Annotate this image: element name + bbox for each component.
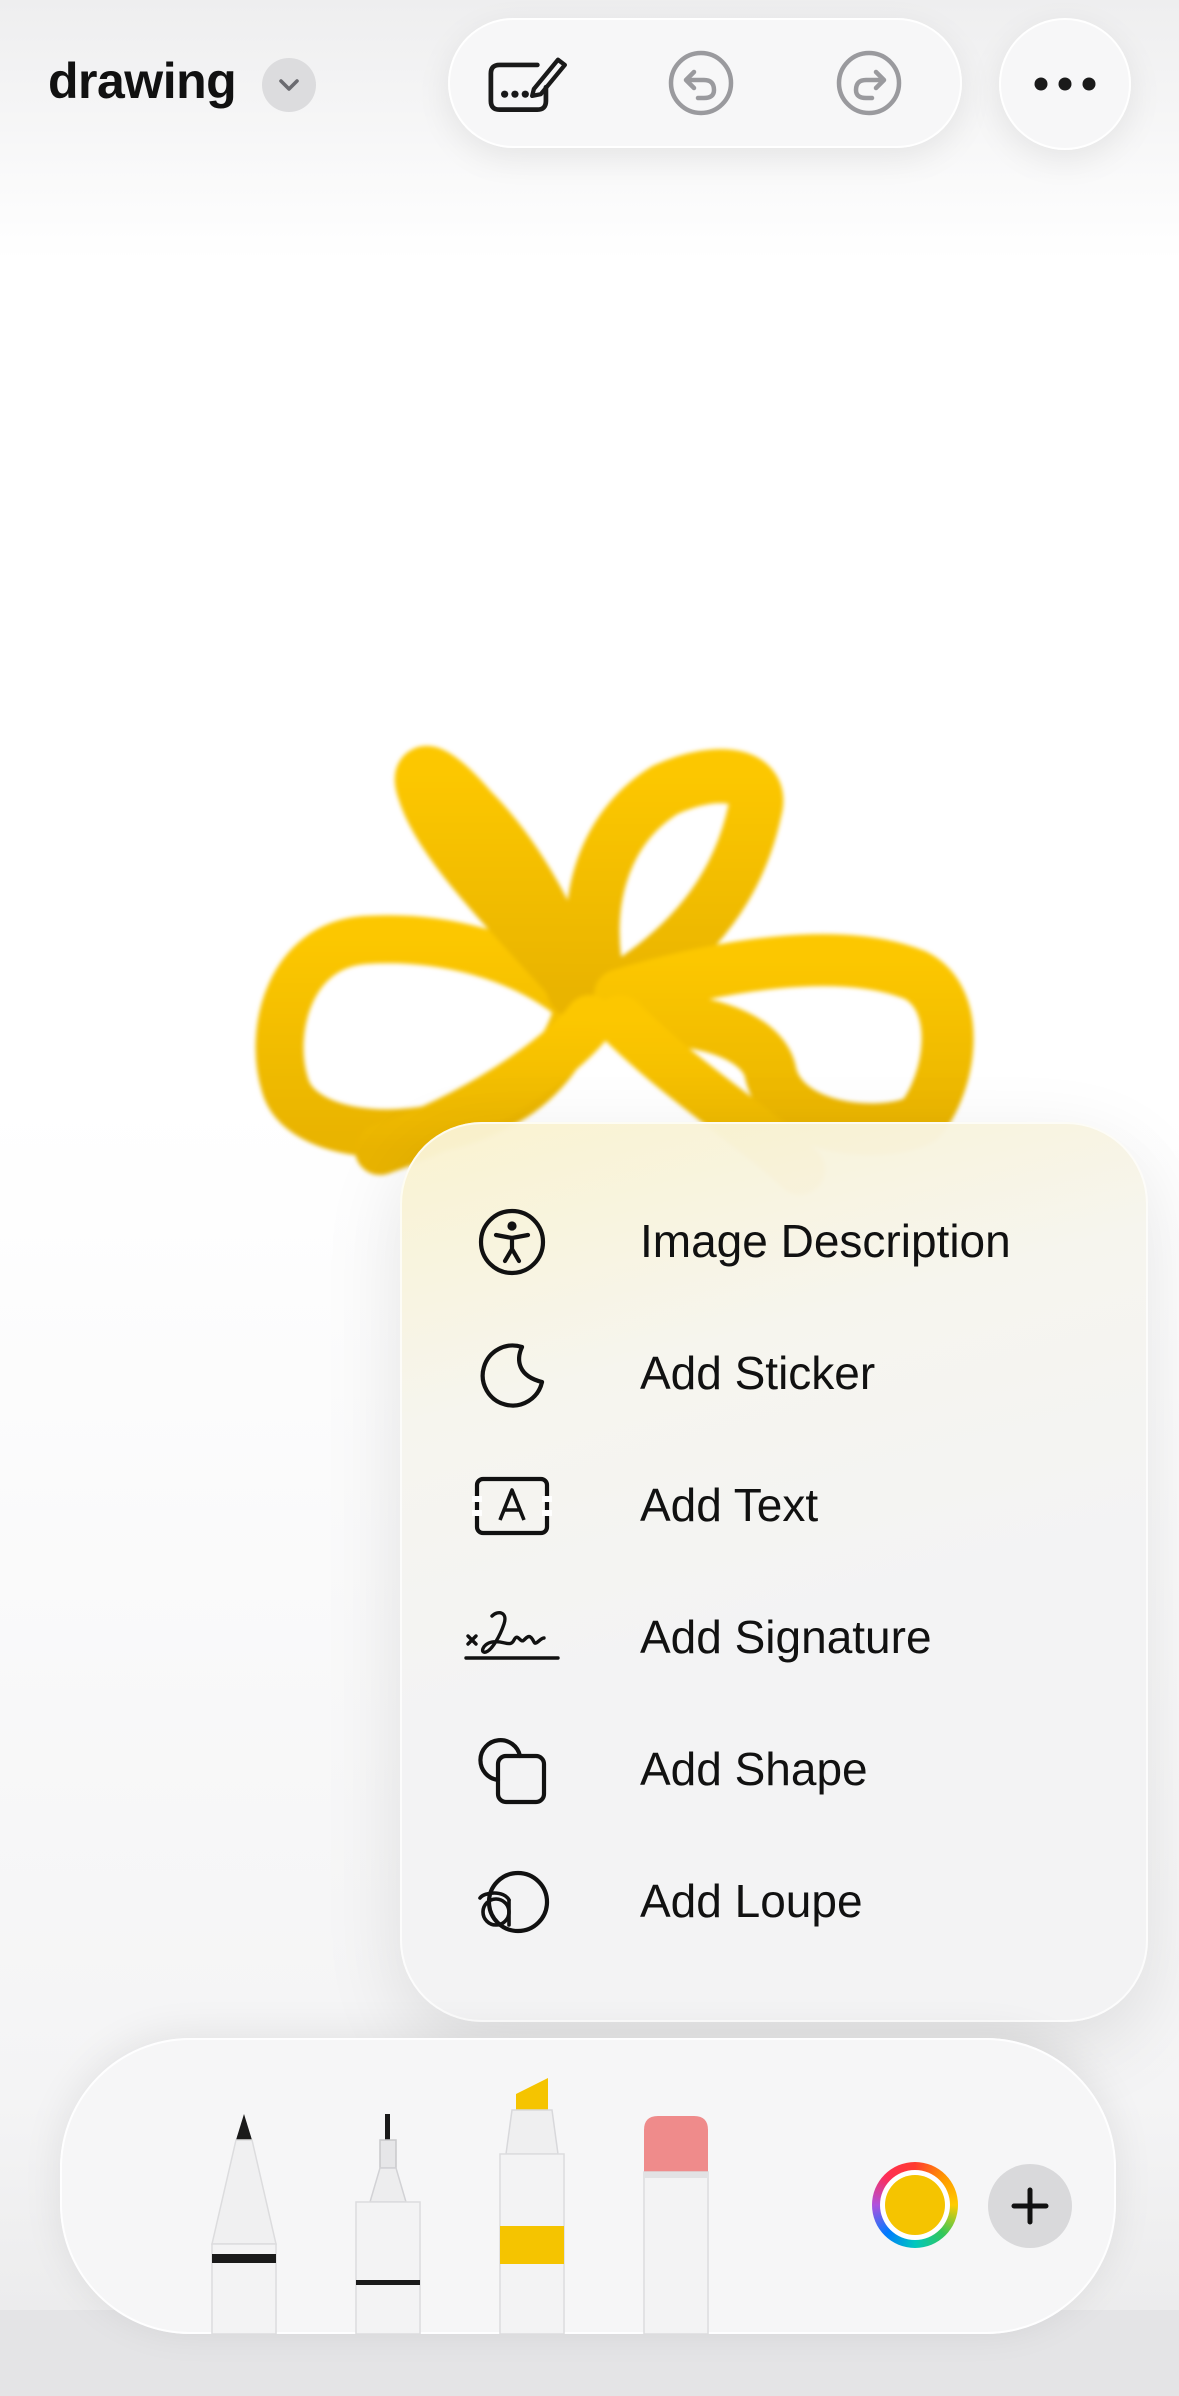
pen-tool[interactable] <box>206 2110 282 2334</box>
title-chevron-button[interactable] <box>262 58 316 112</box>
menu-item-label: Add Loupe <box>640 1875 863 1927</box>
undo-button[interactable] <box>658 40 744 126</box>
chevron-down-icon <box>279 79 299 91</box>
plus-icon <box>1011 2187 1049 2225</box>
redo-button[interactable] <box>826 40 912 126</box>
markup-keyboard-button[interactable] <box>484 40 570 126</box>
undo-icon <box>668 50 734 116</box>
tool-palette <box>60 2038 1116 2334</box>
color-well-ring <box>880 2170 950 2240</box>
menu-item-add-signature[interactable]: Add Signature <box>400 1572 1148 1704</box>
accessibility-icon <box>462 1204 562 1280</box>
menu-item-add-text[interactable]: Add Text <box>400 1440 1148 1572</box>
menu-item-label: Add Signature <box>640 1611 932 1663</box>
add-tool-button[interactable] <box>988 2164 1072 2248</box>
current-color-swatch <box>885 2175 945 2235</box>
sticker-icon <box>462 1336 562 1412</box>
menu-item-add-loupe[interactable]: Add Loupe <box>400 1836 1148 1968</box>
redo-icon <box>836 50 902 116</box>
shapes-icon <box>462 1732 562 1808</box>
marker-tool[interactable] <box>494 2074 570 2334</box>
menu-item-add-sticker[interactable]: Add Sticker <box>400 1308 1148 1440</box>
menu-item-image-description[interactable]: Image Description <box>400 1176 1148 1308</box>
fineliner-tool[interactable] <box>350 2110 426 2334</box>
add-menu: Image Description Add Sticker Add Text A… <box>400 1122 1148 2022</box>
menu-item-label: Add Sticker <box>640 1347 876 1399</box>
top-tool-pill <box>448 18 962 148</box>
more-icon <box>1034 77 1096 91</box>
ellipsis-pencil-icon <box>488 57 567 113</box>
more-button[interactable] <box>999 18 1131 150</box>
document-title[interactable]: drawing <box>48 52 237 110</box>
menu-item-label: Image Description <box>640 1215 1011 1267</box>
menu-item-add-shape[interactable]: Add Shape <box>400 1704 1148 1836</box>
menu-item-label: Add Text <box>640 1479 819 1531</box>
text-box-icon <box>462 1468 562 1544</box>
eraser-tool[interactable] <box>638 2110 714 2334</box>
loupe-icon <box>462 1864 562 1940</box>
menu-item-label: Add Shape <box>640 1743 868 1795</box>
color-picker-button[interactable] <box>872 2162 958 2248</box>
signature-icon <box>462 1600 562 1676</box>
